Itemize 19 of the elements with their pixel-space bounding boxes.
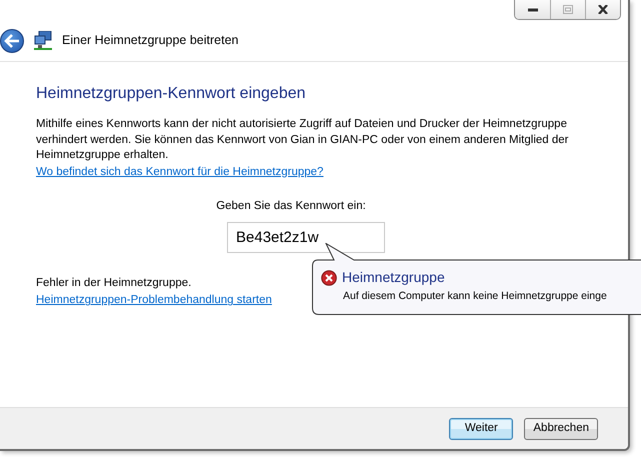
balloon-title: Heimnetzgruppe [342,268,445,287]
error-text: Fehler in der Heimnetzgruppe. [36,276,192,292]
page-heading: Heimnetzgruppen-Kennwort eingeben [36,84,307,104]
network-computers-icon [34,30,52,50]
help-link[interactable]: Wo befindet sich das Kennwort für die Heimnetzgruppe? [36,166,324,178]
close-icon [597,5,609,14]
window-title: Einer Heimnetzgruppe beitreten [62,32,238,50]
maximize-icon [562,5,574,14]
password-field[interactable]: Be43et2z1w [227,222,385,254]
dialog-button[interactable]: Abbrechen [524,418,598,440]
troubleshoot-link[interactable]: Heimnetzgruppen-Problembehandlung starten [36,294,272,306]
description-text: Mithilfe eines Kennworts kann der nicht autorisierte Zugriff auf Dateien und Drucker der Heimnetzgruppe verhindert werden. Sie können das Kennwort von Gian in GIAN-PC oder von einem anderen Mitglied der Heimnetzgruppe erhalten. [36,117,570,164]
back-arrow-icon [4,34,20,48]
close-button[interactable] [585,0,620,19]
password-label: Geben Sie das Kennwort ein: [215,198,367,214]
minimize-button[interactable] [515,0,550,19]
balloon-message: Auf diesem Computer kann keine Heimnetzgruppe einge [343,289,608,304]
dialog-button[interactable]: Weiter [449,418,514,440]
back-button[interactable] [0,28,24,52]
